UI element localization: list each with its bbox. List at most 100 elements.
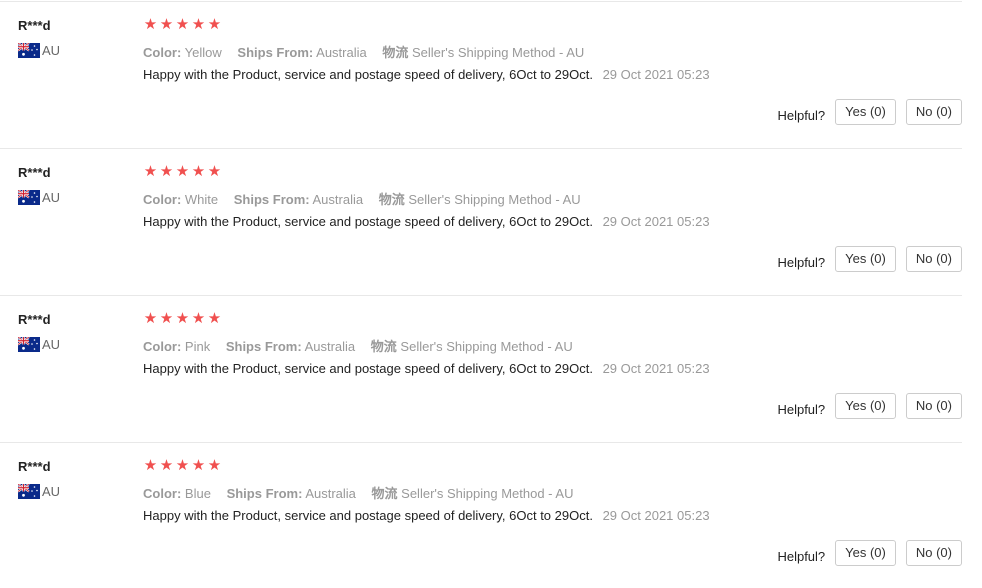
ships-from-value: Australia (316, 45, 367, 60)
country-code: AU (42, 337, 61, 352)
australia-flag-icon (18, 337, 40, 352)
review-text: Happy with the Product, service and post… (143, 361, 593, 376)
helpful-section: Helpful? Yes (0) No (0) (777, 246, 962, 272)
ships-from-label: Ships From: (233, 192, 310, 207)
logistics-label: 物流 (370, 339, 397, 354)
star-icon: ★ (175, 310, 190, 327)
review-item: R***d AU ★ ★ ★ ★ ★ Color: Yellow Ships F… (0, 1, 962, 149)
helpful-no-button[interactable]: No (0) (905, 99, 962, 125)
review-text: Happy with the Product, service and post… (143, 508, 593, 523)
helpful-label: Helpful? (777, 107, 826, 123)
review-content: Happy with the Product, service and post… (143, 67, 710, 82)
review-text: Happy with the Product, service and post… (143, 67, 593, 82)
review-text: Happy with the Product, service and post… (143, 214, 593, 229)
helpful-section: Helpful? Yes (0) No (0) (777, 393, 962, 419)
reviewer-name: R***d (18, 312, 51, 327)
star-icon: ★ (207, 16, 222, 33)
review-date: 29 Oct 2021 05:23 (602, 214, 710, 229)
reviewer-country: AU (18, 190, 60, 205)
review-content: Happy with the Product, service and post… (143, 508, 710, 523)
helpful-yes-button[interactable]: Yes (0) (835, 540, 896, 566)
color-value: Pink (184, 339, 211, 354)
ships-from-label: Ships From: (225, 339, 302, 354)
country-code: AU (42, 190, 61, 205)
australia-flag-icon (18, 484, 40, 499)
country-code: AU (42, 484, 61, 499)
helpful-label: Helpful? (777, 548, 826, 564)
ships-from-label: Ships From: (226, 486, 303, 501)
ships-from-value: Australia (305, 486, 356, 501)
logistics-value: Seller's Shipping Method - AU (400, 339, 573, 354)
reviewer-name: R***d (18, 459, 51, 474)
australia-flag-icon (18, 190, 40, 205)
logistics-value: Seller's Shipping Method - AU (408, 192, 581, 207)
star-icon: ★ (143, 16, 158, 33)
review-content: Happy with the Product, service and post… (143, 214, 710, 229)
review-date: 29 Oct 2021 05:23 (602, 361, 710, 376)
rating-stars: ★ ★ ★ ★ ★ (143, 458, 222, 474)
helpful-no-button[interactable]: No (0) (905, 246, 962, 272)
australia-flag-icon (18, 43, 40, 58)
rating-stars: ★ ★ ★ ★ ★ (143, 17, 222, 33)
star-icon: ★ (143, 310, 158, 327)
color-value: White (184, 192, 219, 207)
logistics-label: 物流 (378, 192, 405, 207)
helpful-no-button[interactable]: No (0) (905, 393, 962, 419)
review-sku-info: Color: Pink Ships From: Australia 物流 Sel… (143, 336, 585, 355)
review-date: 29 Oct 2021 05:23 (602, 508, 710, 523)
color-value: Yellow (184, 45, 222, 60)
country-code: AU (42, 43, 61, 58)
color-label: Color: (143, 192, 182, 207)
star-icon: ★ (191, 310, 206, 327)
star-icon: ★ (191, 16, 206, 33)
color-value: Blue (184, 486, 211, 501)
reviewer-country: AU (18, 43, 60, 58)
review-content: Happy with the Product, service and post… (143, 361, 710, 376)
star-icon: ★ (175, 457, 190, 474)
logistics-value: Seller's Shipping Method - AU (412, 45, 585, 60)
ships-from-label: Ships From: (237, 45, 314, 60)
helpful-section: Helpful? Yes (0) No (0) (777, 540, 962, 566)
rating-stars: ★ ★ ★ ★ ★ (143, 311, 222, 327)
star-icon: ★ (175, 163, 190, 180)
review-item: R***d AU ★ ★ ★ ★ ★ Color: White Ships Fr… (0, 148, 962, 296)
logistics-label: 物流 (371, 486, 398, 501)
reviewer-name: R***d (18, 18, 51, 33)
logistics-label: 物流 (382, 45, 409, 60)
review-sku-info: Color: Yellow Ships From: Australia 物流 S… (143, 42, 596, 61)
reviewer-name: R***d (18, 165, 51, 180)
reviewer-country: AU (18, 337, 60, 352)
helpful-label: Helpful? (777, 254, 826, 270)
ships-from-value: Australia (304, 339, 356, 354)
helpful-yes-button[interactable]: Yes (0) (835, 246, 896, 272)
helpful-yes-button[interactable]: Yes (0) (835, 99, 896, 125)
star-icon: ★ (191, 163, 206, 180)
star-icon: ★ (159, 163, 174, 180)
helpful-section: Helpful? Yes (0) No (0) (777, 99, 962, 125)
star-icon: ★ (191, 457, 206, 474)
helpful-no-button[interactable]: No (0) (905, 540, 962, 566)
star-icon: ★ (159, 457, 174, 474)
star-icon: ★ (159, 16, 174, 33)
reviewer-country: AU (18, 484, 60, 499)
rating-stars: ★ ★ ★ ★ ★ (143, 164, 222, 180)
star-icon: ★ (159, 310, 174, 327)
star-icon: ★ (175, 16, 190, 33)
star-icon: ★ (207, 310, 222, 327)
star-icon: ★ (143, 163, 158, 180)
review-sku-info: Color: Blue Ships From: Australia 物流 Sel… (143, 483, 585, 502)
review-item: R***d AU ★ ★ ★ ★ ★ Color: Blue Ships Fro… (0, 442, 962, 588)
helpful-label: Helpful? (777, 401, 826, 417)
review-date: 29 Oct 2021 05:23 (602, 67, 710, 82)
color-label: Color: (143, 45, 182, 60)
helpful-yes-button[interactable]: Yes (0) (835, 393, 896, 419)
review-item: R***d AU ★ ★ ★ ★ ★ Color: Pink Ships Fro… (0, 295, 962, 443)
star-icon: ★ (207, 163, 222, 180)
ships-from-value: Australia (312, 192, 364, 207)
color-label: Color: (143, 339, 182, 354)
color-label: Color: (143, 486, 182, 501)
logistics-value: Seller's Shipping Method - AU (401, 486, 574, 501)
review-sku-info: Color: White Ships From: Australia 物流 Se… (143, 189, 593, 208)
star-icon: ★ (143, 457, 158, 474)
star-icon: ★ (207, 457, 222, 474)
